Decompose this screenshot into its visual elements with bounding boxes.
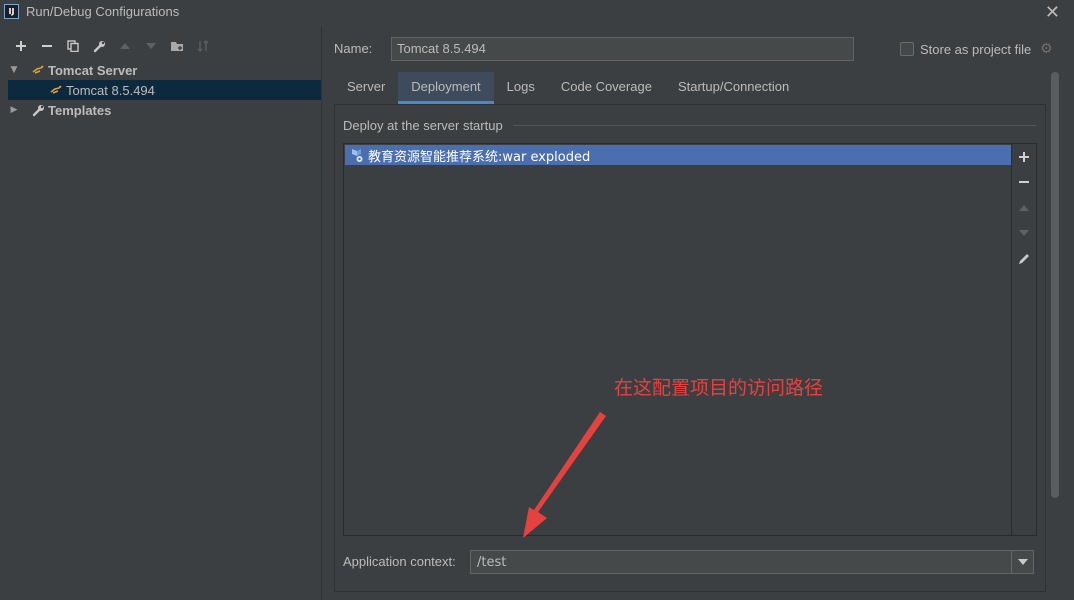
tab-startup-connection[interactable]: Startup/Connection	[665, 72, 802, 104]
annotation-text: 在这配置项目的访问路径	[614, 377, 824, 399]
remove-icon[interactable]	[1012, 170, 1036, 194]
close-icon[interactable]: ✕	[1045, 2, 1060, 23]
tomcat-icon	[48, 82, 64, 98]
expand-down-icon[interactable]: ▼	[8, 65, 20, 75]
application-context-value[interactable]: /test	[471, 555, 1011, 570]
tree-item-tomcat[interactable]: Tomcat 8.5.494	[8, 80, 321, 100]
tree-group-templates[interactable]: ▶ Templates	[8, 100, 321, 120]
gear-icon[interactable]: ⚙	[1040, 41, 1053, 57]
move-up-icon[interactable]	[112, 36, 138, 56]
application-context-combobox[interactable]: /test	[470, 550, 1034, 574]
sort-icon[interactable]	[190, 36, 216, 56]
move-down-icon[interactable]	[138, 36, 164, 56]
configurations-panel: ▼ Tomcat Server Tomcat 8.5.494 ▶ Templat…	[0, 26, 322, 600]
tree-templates-label: Templates	[48, 102, 112, 118]
list-item[interactable]: 教育资源智能推荐系统:war exploded	[345, 145, 1011, 165]
tab-deployment[interactable]: Deployment	[398, 72, 495, 104]
tree-item-label: Tomcat 8.5.494	[66, 82, 155, 98]
deployment-side-toolbar	[1012, 143, 1037, 536]
name-label: Name:	[334, 41, 373, 56]
wrench-icon[interactable]	[86, 36, 112, 56]
artifact-label: 教育资源智能推荐系统:war exploded	[368, 149, 591, 165]
tab-server[interactable]: Server	[334, 72, 398, 104]
annotation-arrow-icon	[523, 412, 606, 538]
section-divider	[513, 125, 1036, 126]
configurations-toolbar	[8, 36, 216, 56]
copy-icon[interactable]	[60, 36, 86, 56]
edit-icon[interactable]	[1012, 247, 1036, 271]
configurations-tree: ▼ Tomcat Server Tomcat 8.5.494 ▶ Templat…	[8, 60, 321, 120]
add-icon[interactable]	[1012, 145, 1036, 169]
window-title: Run/Debug Configurations	[26, 4, 180, 19]
chevron-down-icon[interactable]	[1011, 551, 1033, 573]
move-up-icon[interactable]	[1012, 196, 1036, 220]
tree-group-label: Tomcat Server	[48, 62, 138, 78]
store-as-project-file-checkbox[interactable]	[900, 42, 914, 56]
store-as-project-file-label[interactable]: Store as project file	[920, 42, 1031, 57]
move-down-icon[interactable]	[1012, 221, 1036, 245]
expand-right-icon[interactable]: ▶	[8, 105, 20, 115]
new-folder-icon[interactable]	[164, 36, 190, 56]
application-context-label: Application context:	[343, 554, 456, 569]
intellij-app-icon: IJ	[4, 4, 19, 19]
config-tabs: Server Deployment Logs Code Coverage Sta…	[334, 72, 802, 104]
title-bar: IJ Run/Debug Configurations ✕	[0, 0, 1074, 26]
deploy-section-title: Deploy at the server startup	[343, 118, 503, 133]
tab-code-coverage[interactable]: Code Coverage	[548, 72, 665, 104]
deployment-artifact-list[interactable]: 教育资源智能推荐系统:war exploded	[343, 143, 1012, 536]
name-input[interactable]: Tomcat 8.5.494	[391, 37, 854, 61]
vertical-scrollbar[interactable]	[1051, 72, 1059, 498]
tomcat-icon	[30, 62, 46, 78]
wrench-icon	[30, 102, 46, 118]
tree-group-tomcat-server[interactable]: ▼ Tomcat Server	[8, 60, 321, 80]
add-icon[interactable]	[8, 36, 34, 56]
tab-logs[interactable]: Logs	[494, 72, 548, 104]
remove-icon[interactable]	[34, 36, 60, 56]
artifact-icon	[348, 147, 364, 163]
